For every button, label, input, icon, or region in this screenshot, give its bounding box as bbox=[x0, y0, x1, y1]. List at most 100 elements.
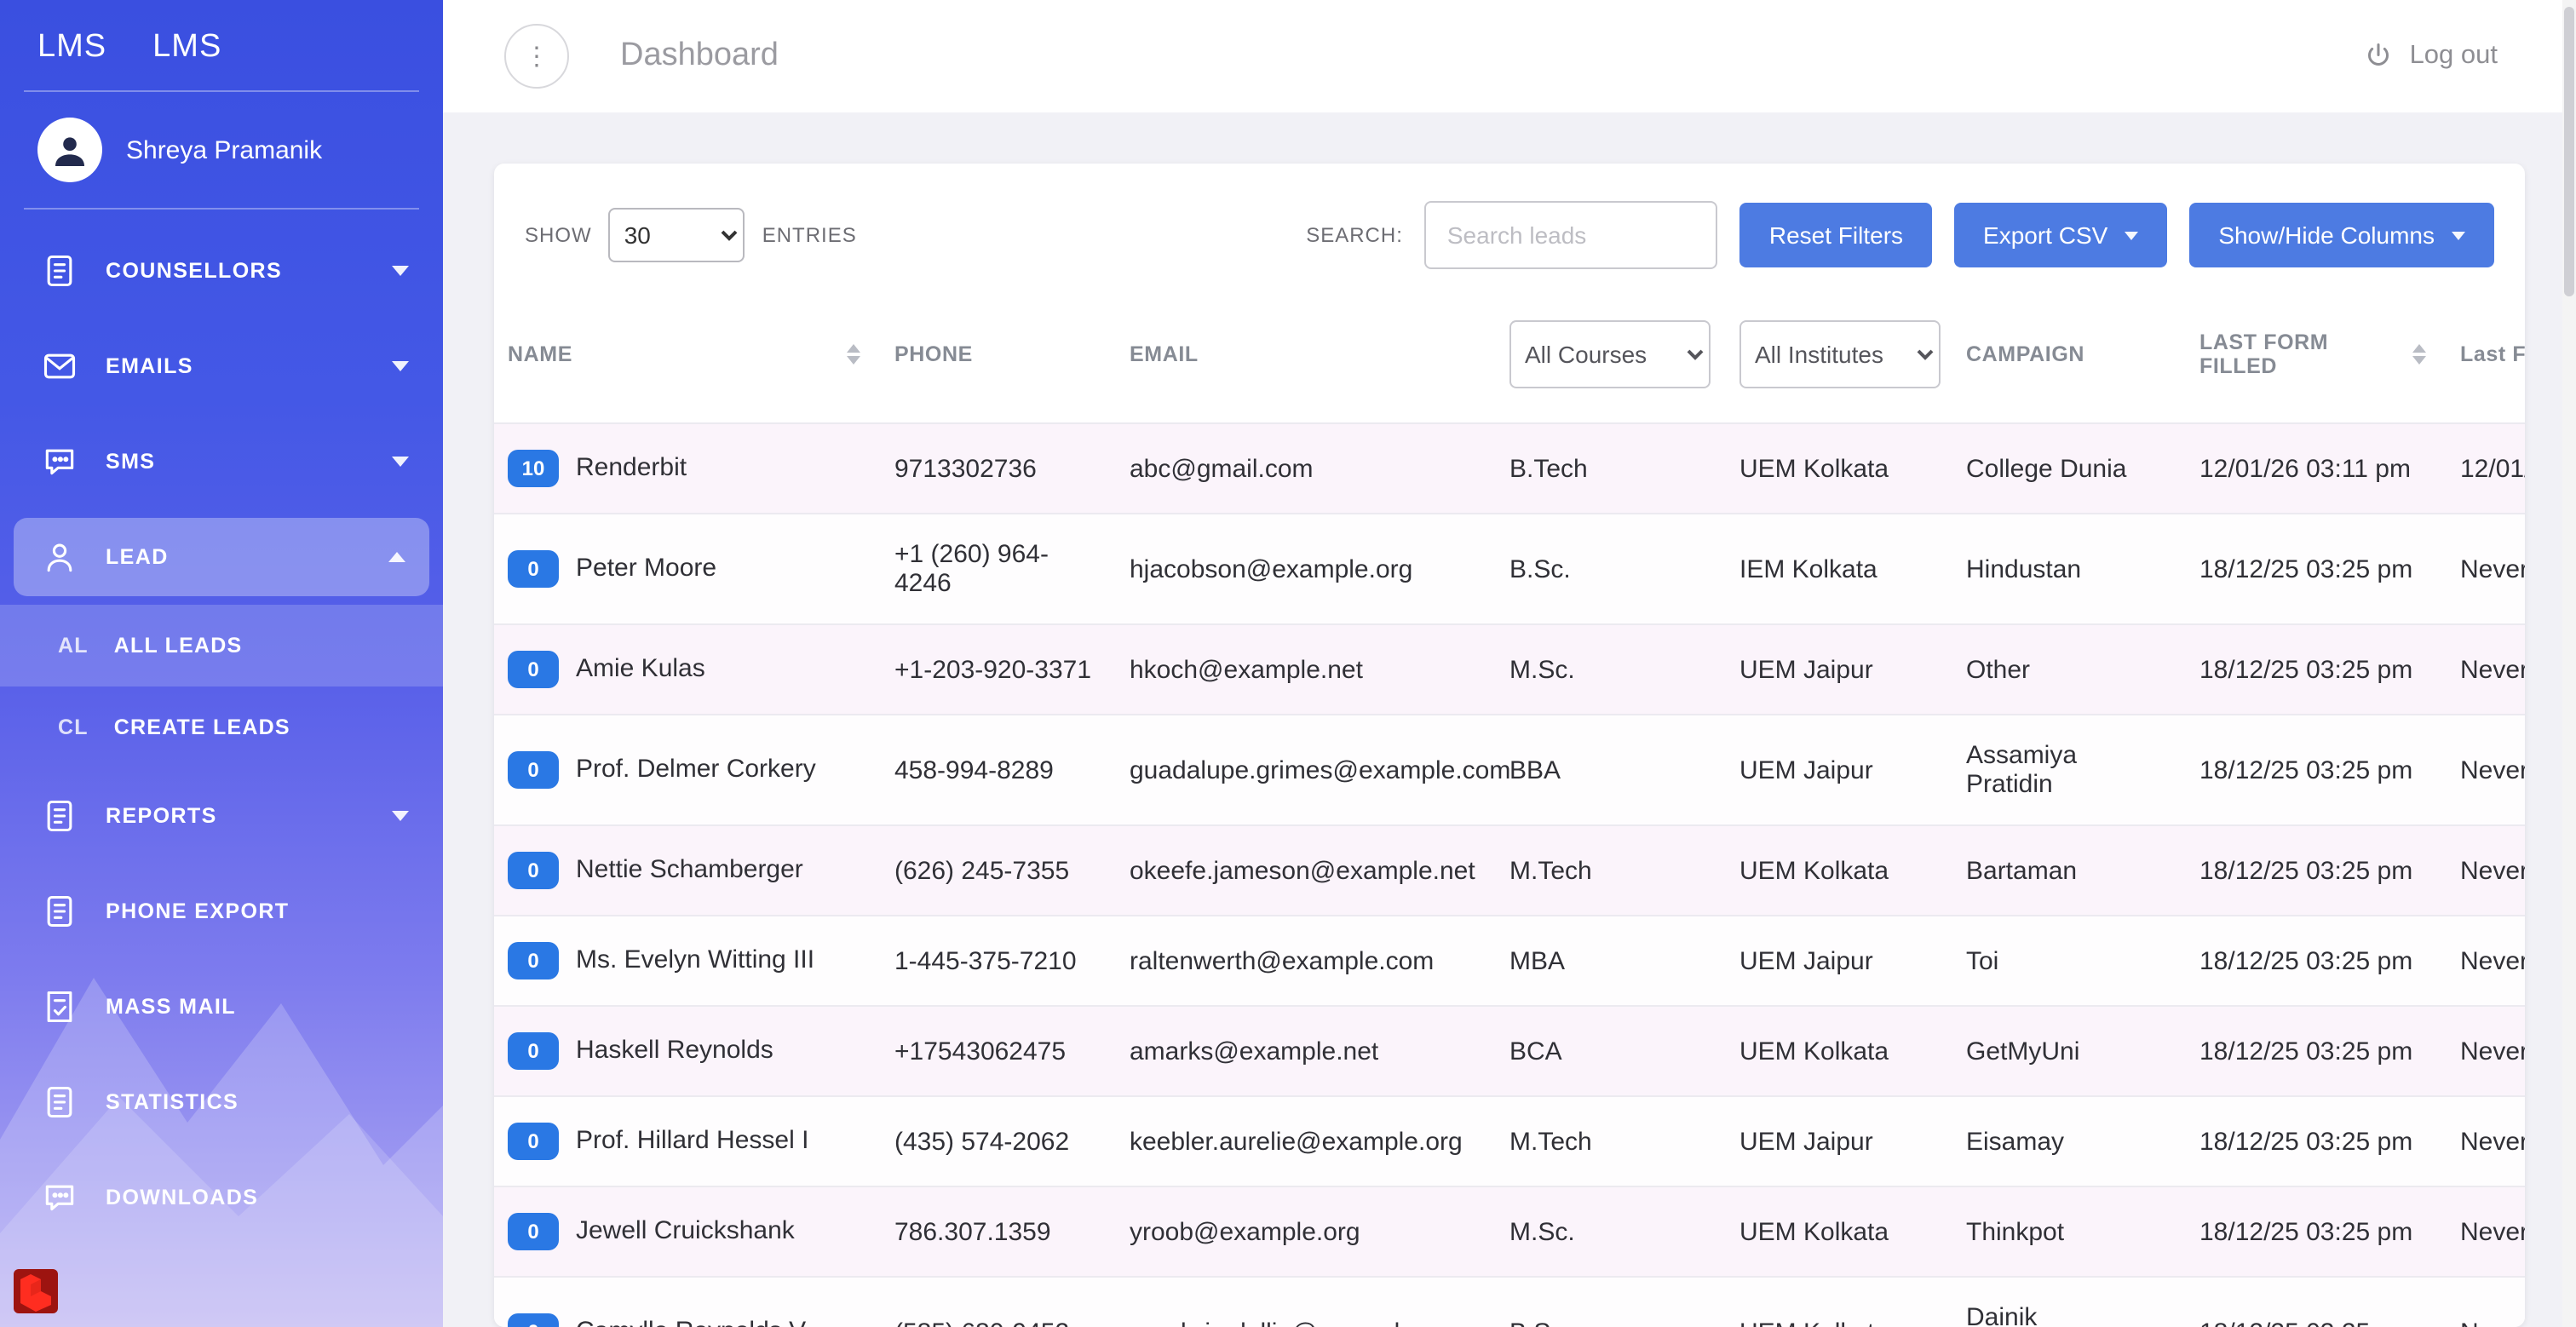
lead-campaign: Eisamay bbox=[1949, 1096, 2182, 1186]
chat-icon bbox=[41, 443, 78, 480]
sidebar-item-label: LEAD bbox=[106, 545, 361, 569]
lead-count-badge: 0 bbox=[508, 550, 559, 588]
entries-control: SHOW 30 ENTRIES bbox=[525, 208, 857, 262]
lead-course: BBA bbox=[1492, 715, 1722, 825]
user-profile[interactable]: Shreya Pramanik bbox=[0, 92, 443, 208]
sidebar-item-create-leads[interactable]: CL CREATE LEADS bbox=[0, 686, 443, 768]
sidebar-item-label: REPORTS bbox=[106, 804, 365, 828]
lead-last-form-filled: 18/12/25 03:25 pm bbox=[2182, 1277, 2443, 1327]
column-header-campaign[interactable]: CAMPAIGN bbox=[1949, 310, 2182, 423]
lead-name: Nettie Schamberger bbox=[576, 855, 803, 884]
table-row[interactable]: 0Nettie Schamberger (626) 245-7355 okeef… bbox=[494, 825, 2525, 916]
table-row[interactable]: 0Camylle Reynolds V (585) 680-9452 goodw… bbox=[494, 1277, 2525, 1327]
lead-campaign: Bartaman bbox=[1949, 825, 2182, 916]
lead-course: BCA bbox=[1492, 1006, 1722, 1096]
sidebar-item-emails[interactable]: EMAILS bbox=[0, 319, 443, 414]
lead-course: MBA bbox=[1492, 916, 1722, 1006]
lead-last-form-filled: 18/12/25 03:25 pm bbox=[2182, 825, 2443, 916]
column-header-last-partial[interactable]: Last F bbox=[2443, 310, 2525, 423]
header-label: CAMPAIGN bbox=[1966, 342, 2084, 366]
avatar bbox=[37, 118, 102, 182]
sidebar-item-label: SMS bbox=[106, 450, 365, 474]
header-label: LAST FORM FILLED bbox=[2199, 330, 2401, 378]
sidebar-toggle-button[interactable]: ⋮ bbox=[504, 24, 569, 89]
lead-last-partial: Never bbox=[2443, 1096, 2525, 1186]
lead-last-partial: Never bbox=[2443, 1006, 2525, 1096]
lead-name: Peter Moore bbox=[576, 554, 716, 583]
sidebar-item-label: STATISTICS bbox=[106, 1090, 409, 1114]
column-header-last-form-filled[interactable]: LAST FORM FILLED bbox=[2182, 310, 2443, 423]
lead-last-form-filled: 18/12/25 03:25 pm bbox=[2182, 624, 2443, 715]
lead-campaign: Thinkpot bbox=[1949, 1186, 2182, 1277]
sidebar-item-phone-export[interactable]: PHONE EXPORT bbox=[0, 864, 443, 959]
app-window: LMS LMS Shreya Pramanik bbox=[0, 0, 2576, 1327]
user-name: Shreya Pramanik bbox=[126, 135, 322, 164]
lead-count-badge: 0 bbox=[508, 651, 559, 688]
logout-button[interactable]: Log out bbox=[2364, 41, 2498, 72]
lead-institute: UEM Kolkata bbox=[1722, 1277, 1949, 1327]
lead-last-form-filled: 18/12/25 03:25 pm bbox=[2182, 1186, 2443, 1277]
table-row[interactable]: 10Renderbit 9713302736 abc@gmail.com B.T… bbox=[494, 423, 2525, 514]
sidebar-item-reports[interactable]: REPORTS bbox=[0, 768, 443, 864]
lead-campaign: Dainik Jugashankho bbox=[1949, 1277, 2182, 1327]
reset-filters-button[interactable]: Reset Filters bbox=[1740, 203, 1932, 267]
column-header-phone[interactable]: PHONE bbox=[877, 310, 1113, 423]
lead-count-badge: 0 bbox=[508, 1213, 559, 1250]
submenu-abbr: AL bbox=[58, 634, 89, 658]
table-row[interactable]: 0Peter Moore +1 (260) 964-4246 hjacobson… bbox=[494, 514, 2525, 624]
lead-last-partial: Never bbox=[2443, 1277, 2525, 1327]
sidebar-item-counsellors[interactable]: COUNSELLORS bbox=[0, 223, 443, 319]
laravel-logo[interactable] bbox=[14, 1269, 58, 1313]
courses-filter-select[interactable]: All Courses bbox=[1509, 320, 1711, 388]
sidebar-item-downloads[interactable]: DOWNLOADS bbox=[0, 1150, 443, 1245]
export-csv-button[interactable]: Export CSV bbox=[1954, 203, 2167, 267]
table-row[interactable]: 0Prof. Hillard Hessel I (435) 574-2062 k… bbox=[494, 1096, 2525, 1186]
scrollbar-thumb[interactable] bbox=[2564, 7, 2574, 296]
search-input[interactable] bbox=[1425, 201, 1718, 269]
table-row[interactable]: 0Haskell Reynolds +17543062475 amarks@ex… bbox=[494, 1006, 2525, 1096]
lead-name: Amie Kulas bbox=[576, 654, 705, 683]
receipt-icon bbox=[41, 1083, 78, 1121]
caret-down-icon bbox=[2125, 231, 2138, 239]
lead-last-partial: 12/01/2 bbox=[2443, 423, 2525, 514]
vertical-scrollbar[interactable] bbox=[2562, 0, 2576, 1327]
search-label: SEARCH: bbox=[1306, 223, 1403, 247]
lead-course: M.Tech bbox=[1492, 1096, 1722, 1186]
chevron-down-icon bbox=[392, 361, 409, 371]
lead-email: amarks@example.net bbox=[1113, 1006, 1492, 1096]
lead-phone: 786.307.1359 bbox=[877, 1186, 1113, 1277]
table-row[interactable]: 0Ms. Evelyn Witting III 1-445-375-7210 r… bbox=[494, 916, 2525, 1006]
institutes-filter-select[interactable]: All Institutes bbox=[1739, 320, 1941, 388]
lead-email: yroob@example.org bbox=[1113, 1186, 1492, 1277]
lead-institute: UEM Jaipur bbox=[1722, 715, 1949, 825]
lead-last-form-filled: 18/12/25 03:25 pm bbox=[2182, 916, 2443, 1006]
leads-table-body: 10Renderbit 9713302736 abc@gmail.com B.T… bbox=[494, 423, 2525, 1327]
lead-last-form-filled: 18/12/25 03:25 pm bbox=[2182, 1006, 2443, 1096]
table-row[interactable]: 0Amie Kulas +1-203-920-3371 hkoch@exampl… bbox=[494, 624, 2525, 715]
show-hide-columns-button[interactable]: Show/Hide Columns bbox=[2189, 203, 2494, 267]
table-row[interactable]: 0Jewell Cruickshank 786.307.1359 yroob@e… bbox=[494, 1186, 2525, 1277]
sidebar-item-mass-mail[interactable]: MASS MAIL bbox=[0, 959, 443, 1054]
sidebar-item-label: DOWNLOADS bbox=[106, 1186, 409, 1209]
table-row[interactable]: 0Prof. Delmer Corkery 458-994-8289 guada… bbox=[494, 715, 2525, 825]
sidebar-item-lead[interactable]: LEAD bbox=[14, 518, 429, 596]
submenu-abbr: CL bbox=[58, 715, 89, 739]
lead-email: okeefe.jameson@example.net bbox=[1113, 825, 1492, 916]
mail-check-icon bbox=[41, 988, 78, 1025]
sidebar-item-sms[interactable]: SMS bbox=[0, 414, 443, 509]
entries-select[interactable]: 30 bbox=[609, 208, 745, 262]
lead-course: B.Tech bbox=[1492, 423, 1722, 514]
sort-icon bbox=[847, 344, 860, 365]
lead-email: abc@gmail.com bbox=[1113, 423, 1492, 514]
column-header-name[interactable]: NAME bbox=[494, 310, 877, 423]
content-area: SHOW 30 ENTRIES SEARCH: Reset Filters bbox=[443, 112, 2576, 1327]
lead-name: Ms. Evelyn Witting III bbox=[576, 945, 814, 974]
lead-name: Prof. Delmer Corkery bbox=[576, 755, 816, 784]
lead-phone: +1-203-920-3371 bbox=[877, 624, 1113, 715]
lead-last-form-filled: 18/12/25 03:25 pm bbox=[2182, 715, 2443, 825]
sidebar-item-label: PHONE EXPORT bbox=[106, 899, 409, 923]
sidebar-nav: COUNSELLORS EMAILS bbox=[0, 210, 443, 1245]
column-header-email[interactable]: EMAIL bbox=[1113, 310, 1492, 423]
sidebar-item-statistics[interactable]: STATISTICS bbox=[0, 1054, 443, 1150]
sidebar-item-all-leads[interactable]: AL ALL LEADS bbox=[0, 605, 443, 686]
